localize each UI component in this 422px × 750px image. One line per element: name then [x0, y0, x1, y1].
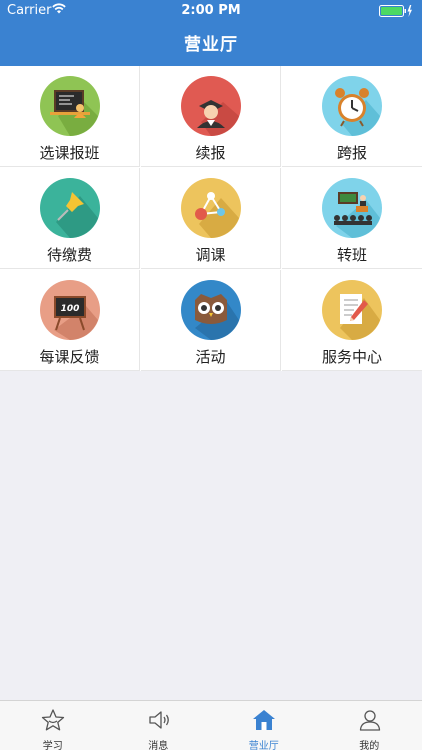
status-time: 2:00 PM: [181, 3, 241, 18]
svg-text:100: 100: [61, 304, 80, 314]
grid-item-cross-signup[interactable]: 跨报: [282, 66, 422, 167]
grid-item-reschedule[interactable]: 调课: [141, 168, 281, 269]
score-board-icon: 100: [40, 280, 100, 340]
course-signup-icon: [40, 76, 100, 136]
tab-label: 我的: [359, 741, 380, 750]
grid-item-label: 活动: [195, 348, 226, 366]
grid-item-label: 调课: [195, 246, 226, 264]
tab-label: 学习: [42, 741, 63, 750]
service-grid: 选课报班 续报 跨报 待缴费 调课 转班 100 每课反馈 活动 服务中心: [0, 66, 422, 371]
star-icon: [41, 709, 65, 731]
grid-item-activities[interactable]: 活动: [141, 270, 281, 371]
grid-item-renew[interactable]: 续报: [141, 66, 281, 167]
grid-item-course-signup[interactable]: 选课报班: [0, 66, 140, 167]
person-icon: [359, 710, 380, 731]
document-pencil-icon: [322, 280, 382, 340]
page-title: 营业厅: [184, 35, 238, 55]
grid-item-label: 每课反馈: [39, 348, 100, 366]
alarm-clock-icon: [322, 76, 382, 136]
grid-item-transfer-class[interactable]: 转班: [282, 168, 422, 269]
tab-mine[interactable]: 我的: [317, 701, 422, 750]
grid-item-label: 转班: [336, 246, 367, 264]
grid-item-service-center[interactable]: 服务中心: [282, 270, 422, 371]
grid-item-label: 选课报班: [39, 144, 100, 162]
battery-icon: [379, 5, 412, 17]
tab-label: 营业厅: [248, 741, 279, 750]
owl-icon: [181, 280, 241, 340]
grid-item-pending-payment[interactable]: 待缴费: [0, 168, 140, 269]
app-header: Carrier 2:00 PM 营业厅: [0, 0, 422, 66]
grid-item-lesson-feedback[interactable]: 100 每课反馈: [0, 270, 140, 371]
tab-bar: 学习 消息 营业厅 我的: [0, 700, 422, 750]
status-bar: Carrier 2:00 PM: [0, 0, 422, 22]
graduate-icon: [181, 76, 241, 136]
share-nodes-icon: [181, 178, 241, 238]
tab-business-hall[interactable]: 营业厅: [211, 701, 317, 750]
tab-study[interactable]: 学习: [0, 701, 106, 750]
grid-item-label: 服务中心: [321, 348, 382, 366]
classroom-icon: [322, 178, 382, 238]
home-icon: [253, 710, 275, 730]
grid-item-label: 待缴费: [46, 246, 92, 264]
speaker-icon: [148, 711, 169, 729]
pushpin-icon: [40, 178, 100, 238]
tab-messages[interactable]: 消息: [106, 701, 212, 750]
tab-label: 消息: [148, 741, 169, 750]
grid-item-label: 续报: [195, 144, 226, 162]
grid-item-label: 跨报: [336, 144, 367, 162]
